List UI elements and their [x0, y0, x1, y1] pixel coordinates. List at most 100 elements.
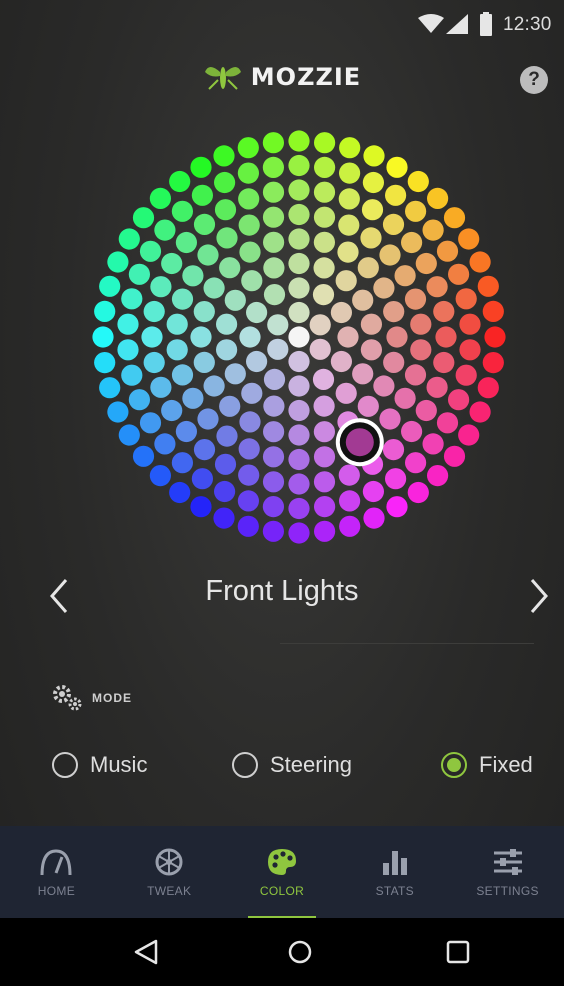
color-swatch[interactable]: [459, 339, 481, 361]
color-swatch[interactable]: [313, 446, 336, 468]
color-swatch[interactable]: [357, 257, 379, 279]
color-swatch[interactable]: [314, 496, 336, 518]
color-swatch[interactable]: [128, 389, 150, 411]
color-swatch[interactable]: [404, 364, 427, 386]
color-swatch[interactable]: [288, 130, 310, 152]
color-swatch[interactable]: [482, 352, 504, 374]
color-swatch[interactable]: [313, 421, 335, 443]
color-swatch[interactable]: [427, 465, 449, 487]
color-wheel[interactable]: [92, 130, 506, 544]
color-swatch[interactable]: [338, 188, 360, 210]
color-swatch[interactable]: [288, 154, 310, 177]
color-swatch[interactable]: [121, 288, 143, 310]
color-swatch[interactable]: [171, 288, 194, 310]
color-swatch[interactable]: [117, 313, 139, 335]
color-swatch[interactable]: [193, 301, 215, 323]
color-swatch[interactable]: [237, 515, 259, 537]
help-button[interactable]: ?: [520, 66, 548, 94]
color-swatch[interactable]: [361, 199, 384, 221]
color-swatch[interactable]: [132, 445, 155, 467]
color-swatch[interactable]: [263, 231, 285, 253]
color-swatch[interactable]: [214, 171, 236, 194]
mode-option-fixed[interactable]: Fixed: [441, 752, 533, 778]
color-swatch[interactable]: [216, 227, 238, 249]
color-swatch[interactable]: [117, 339, 139, 361]
color-swatch[interactable]: [433, 351, 455, 374]
color-swatch[interactable]: [169, 481, 191, 504]
color-swatch[interactable]: [262, 206, 285, 228]
color-swatch[interactable]: [139, 412, 162, 434]
color-swatch[interactable]: [143, 300, 165, 323]
recents-icon[interactable]: [444, 938, 472, 966]
color-swatch[interactable]: [263, 421, 285, 443]
color-swatch[interactable]: [161, 252, 183, 275]
color-swatch[interactable]: [360, 339, 382, 361]
color-swatch[interactable]: [363, 507, 385, 529]
color-swatch[interactable]: [309, 338, 331, 360]
color-swatch[interactable]: [262, 132, 284, 154]
color-swatch[interactable]: [150, 376, 172, 398]
color-swatch[interactable]: [363, 145, 385, 167]
color-swatch[interactable]: [404, 288, 427, 310]
color-swatch[interactable]: [166, 313, 188, 335]
color-swatch[interactable]: [203, 375, 225, 397]
color-swatch[interactable]: [339, 490, 361, 512]
tab-color[interactable]: COLOR: [226, 826, 339, 918]
color-swatch[interactable]: [443, 445, 466, 467]
color-swatch[interactable]: [288, 497, 310, 520]
color-swatch[interactable]: [309, 314, 331, 336]
color-swatch[interactable]: [313, 471, 336, 493]
color-swatch[interactable]: [435, 326, 457, 348]
color-swatch[interactable]: [394, 265, 416, 287]
color-swatch[interactable]: [216, 313, 238, 335]
color-swatch[interactable]: [482, 300, 504, 322]
color-swatch[interactable]: [379, 408, 401, 430]
color-swatch[interactable]: [312, 284, 335, 306]
color-swatch[interactable]: [241, 382, 263, 404]
color-swatch[interactable]: [267, 338, 289, 360]
color-swatch[interactable]: [383, 351, 405, 373]
color-swatch[interactable]: [262, 520, 284, 542]
color-swatch[interactable]: [94, 352, 116, 374]
color-swatch[interactable]: [373, 375, 395, 397]
color-swatch[interactable]: [191, 184, 213, 206]
color-swatch[interactable]: [288, 448, 310, 471]
color-swatch[interactable]: [214, 480, 236, 503]
color-swatch[interactable]: [338, 214, 360, 236]
color-swatch[interactable]: [238, 214, 260, 236]
color-swatch[interactable]: [339, 515, 361, 537]
color-swatch[interactable]: [410, 339, 432, 361]
back-icon[interactable]: [132, 938, 160, 966]
color-swatch[interactable]: [436, 412, 459, 434]
mode-option-steering[interactable]: Steering: [232, 752, 352, 778]
color-swatch[interactable]: [382, 439, 405, 461]
color-swatch[interactable]: [288, 301, 310, 324]
color-swatch[interactable]: [193, 439, 216, 461]
color-swatch[interactable]: [362, 171, 384, 194]
color-swatch[interactable]: [197, 244, 219, 266]
color-swatch[interactable]: [422, 219, 444, 241]
color-swatch[interactable]: [219, 395, 241, 417]
color-swatch[interactable]: [386, 326, 408, 348]
color-swatch[interactable]: [360, 313, 382, 335]
color-swatch[interactable]: [352, 289, 374, 311]
home-icon[interactable]: [286, 938, 314, 966]
color-swatch[interactable]: [314, 132, 336, 154]
color-swatch[interactable]: [262, 446, 285, 468]
color-swatch[interactable]: [193, 213, 216, 235]
color-swatch[interactable]: [118, 228, 140, 250]
color-swatch[interactable]: [422, 433, 444, 455]
color-swatch[interactable]: [149, 465, 171, 487]
color-swatch[interactable]: [477, 377, 499, 399]
color-swatch[interactable]: [175, 231, 197, 254]
color-swatch[interactable]: [288, 179, 310, 201]
color-swatch[interactable]: [132, 207, 155, 229]
color-swatch[interactable]: [288, 228, 310, 250]
color-swatch[interactable]: [141, 326, 163, 348]
tab-settings[interactable]: SETTINGS: [451, 826, 564, 918]
color-swatch[interactable]: [313, 231, 335, 253]
color-swatch[interactable]: [407, 481, 429, 504]
color-swatch[interactable]: [352, 363, 374, 385]
color-swatch[interactable]: [448, 263, 470, 285]
color-swatch[interactable]: [407, 170, 429, 193]
